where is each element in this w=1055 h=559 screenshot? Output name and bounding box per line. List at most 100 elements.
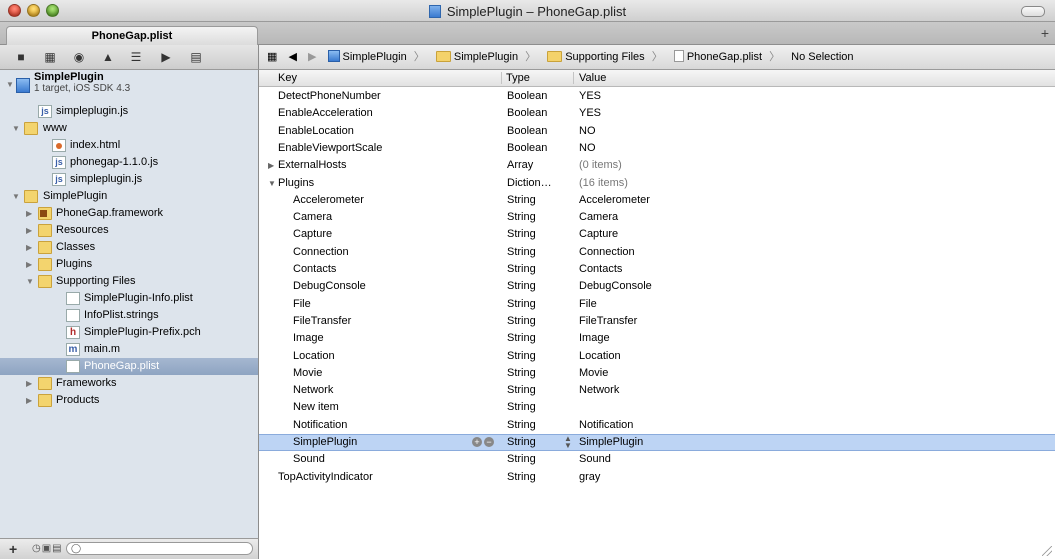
plist-type[interactable]: String xyxy=(507,417,536,434)
plist-row[interactable]: Image String Image xyxy=(259,330,1055,347)
plist-value[interactable]: Camera xyxy=(579,209,618,226)
plist-value[interactable]: NO xyxy=(579,140,596,157)
plist-value[interactable]: (0 items) xyxy=(579,157,622,174)
plist-type[interactable]: Boolean xyxy=(507,105,547,122)
navigator-item[interactable]: ▼ SimplePlugin xyxy=(0,188,258,205)
plist-type[interactable]: String xyxy=(507,278,536,295)
plist-row[interactable]: Connection String Connection xyxy=(259,244,1055,261)
jumpbar-project[interactable]: SimplePlugin xyxy=(327,45,407,69)
filter-search-field[interactable]: ◯ xyxy=(66,542,253,555)
toolbar-toggle-button[interactable] xyxy=(1021,6,1045,17)
navigator-item[interactable]: ▶ Products xyxy=(0,392,258,409)
plist-key[interactable]: Location xyxy=(293,348,335,365)
navigator-item[interactable]: js phonegap-1.1.0.js xyxy=(0,154,258,171)
plist-type[interactable]: Boolean xyxy=(507,123,547,140)
plist-row[interactable]: EnableLocation Boolean NO xyxy=(259,123,1055,140)
navigator-item[interactable]: InfoPlist.strings xyxy=(0,307,258,324)
related-items-icon[interactable]: ▦ xyxy=(267,45,277,69)
navigator-item[interactable]: ▶ Frameworks xyxy=(0,375,258,392)
type-stepper-icon[interactable]: ▲ ▼ xyxy=(564,435,572,450)
plist-value[interactable]: Location xyxy=(579,348,621,365)
plist-type[interactable]: String xyxy=(507,226,536,243)
navigator-item[interactable]: ▶ PhoneGap.framework xyxy=(0,205,258,222)
plist-row[interactable]: Location String Location xyxy=(259,348,1055,365)
plist-key[interactable]: EnableLocation xyxy=(278,123,354,140)
plist-key[interactable]: FileTransfer xyxy=(293,313,351,330)
plist-key[interactable]: Plugins xyxy=(278,175,314,192)
disclosure-closed-icon[interactable]: ▶ xyxy=(26,397,34,405)
plist-key[interactable]: Network xyxy=(293,382,333,399)
plist-row[interactable]: Camera String Camera xyxy=(259,209,1055,226)
plist-key[interactable]: SimplePlugin xyxy=(293,435,357,450)
plist-type[interactable]: Diction… xyxy=(507,175,552,192)
resize-grip-icon[interactable] xyxy=(1042,546,1052,556)
plist-value[interactable]: Notification xyxy=(579,417,633,434)
plist-key[interactable]: EnableViewportScale xyxy=(278,140,382,157)
disclosure-open-icon[interactable]: ▼ xyxy=(6,81,14,89)
plist-value[interactable]: NO xyxy=(579,123,596,140)
plist-value[interactable]: Sound xyxy=(579,451,611,468)
plist-type[interactable]: String xyxy=(507,399,536,416)
issue-navigator-icon[interactable]: ▲ xyxy=(102,51,114,63)
plist-type[interactable]: String xyxy=(507,209,536,226)
plist-value[interactable]: Accelerometer xyxy=(579,192,650,209)
plist-row[interactable]: New item String xyxy=(259,399,1055,416)
plist-key[interactable]: Movie xyxy=(293,365,322,382)
plist-row[interactable]: EnableViewportScale Boolean NO xyxy=(259,140,1055,157)
plist-row[interactable]: Movie String Movie xyxy=(259,365,1055,382)
plist-key[interactable]: Contacts xyxy=(293,261,336,278)
plist-key[interactable]: TopActivityIndicator xyxy=(278,469,373,486)
plist-value[interactable]: Movie xyxy=(579,365,608,382)
breakpoint-navigator-icon[interactable]: ▶ xyxy=(160,51,172,63)
disclosure-open-icon[interactable]: ▼ xyxy=(268,175,276,192)
navigator-item[interactable]: ▼ Supporting Files xyxy=(0,273,258,290)
plist-type[interactable]: String xyxy=(507,469,536,486)
jumpbar-file[interactable]: PhoneGap.plist xyxy=(673,45,762,69)
plist-type[interactable]: String xyxy=(507,192,536,209)
plist-type[interactable]: String xyxy=(507,330,536,347)
plist-type[interactable]: String xyxy=(507,296,536,313)
plist-value[interactable]: FileTransfer xyxy=(579,313,637,330)
jumpbar-selection[interactable]: No Selection xyxy=(791,45,853,69)
plist-key[interactable]: Sound xyxy=(293,451,325,468)
plist-row[interactable]: Notification String Notification xyxy=(259,417,1055,434)
plist-type[interactable]: String xyxy=(507,365,536,382)
debug-navigator-icon[interactable]: ☰ xyxy=(130,51,142,63)
plist-row[interactable]: DetectPhoneNumber Boolean YES xyxy=(259,88,1055,105)
plist-value[interactable]: DebugConsole xyxy=(579,278,652,295)
navigator-item[interactable]: ▶ Resources xyxy=(0,222,258,239)
plist-row[interactable]: DebugConsole String DebugConsole xyxy=(259,278,1055,295)
navigator-item[interactable]: ▼ www xyxy=(0,120,258,137)
disclosure-closed-icon[interactable]: ▶ xyxy=(26,261,34,269)
disclosure-closed-icon[interactable]: ▶ xyxy=(26,210,34,218)
plist-row[interactable]: Network String Network xyxy=(259,382,1055,399)
disclosure-open-icon[interactable]: ▼ xyxy=(26,278,34,286)
plist-key[interactable]: New item xyxy=(293,399,339,416)
plist-row[interactable]: Capture String Capture xyxy=(259,226,1055,243)
plist-key[interactable]: Image xyxy=(293,330,324,347)
plist-row-selected[interactable]: SimplePlugin + − String ▲ ▼ SimplePlugin xyxy=(259,434,1055,452)
plist-type[interactable]: String xyxy=(507,244,536,261)
navigator-item[interactable]: ▶ Plugins xyxy=(0,256,258,273)
disclosure-open-icon[interactable]: ▼ xyxy=(12,193,20,201)
plist-row[interactable]: Accelerometer String Accelerometer xyxy=(259,192,1055,209)
plist-type[interactable]: Boolean xyxy=(507,140,547,157)
plist-row[interactable]: ▼ Plugins Diction… (16 items) xyxy=(259,175,1055,192)
plist-row[interactable]: Contacts String Contacts xyxy=(259,261,1055,278)
disclosure-closed-icon[interactable]: ▶ xyxy=(26,227,34,235)
add-file-button[interactable]: + xyxy=(9,541,17,557)
plist-value[interactable]: Contacts xyxy=(579,261,622,278)
plist-value[interactable]: Network xyxy=(579,382,619,399)
forward-arrow-icon[interactable]: ▶ xyxy=(308,45,316,69)
navigator-item[interactable]: h SimplePlugin-Prefix.pch xyxy=(0,324,258,341)
plist-type[interactable]: String xyxy=(507,348,536,365)
jumpbar-group-supporting-files[interactable]: Supporting Files xyxy=(547,45,645,69)
navigator-item[interactable]: m main.m xyxy=(0,341,258,358)
plist-key[interactable]: DetectPhoneNumber xyxy=(278,88,381,105)
back-arrow-icon[interactable]: ◀ xyxy=(288,45,296,69)
plist-row[interactable]: Sound String Sound xyxy=(259,451,1055,468)
plist-value[interactable]: Connection xyxy=(579,244,635,261)
plist-type[interactable]: Array xyxy=(507,157,533,174)
plist-value[interactable]: gray xyxy=(579,469,600,486)
navigator-item-selected[interactable]: PhoneGap.plist xyxy=(0,358,258,375)
